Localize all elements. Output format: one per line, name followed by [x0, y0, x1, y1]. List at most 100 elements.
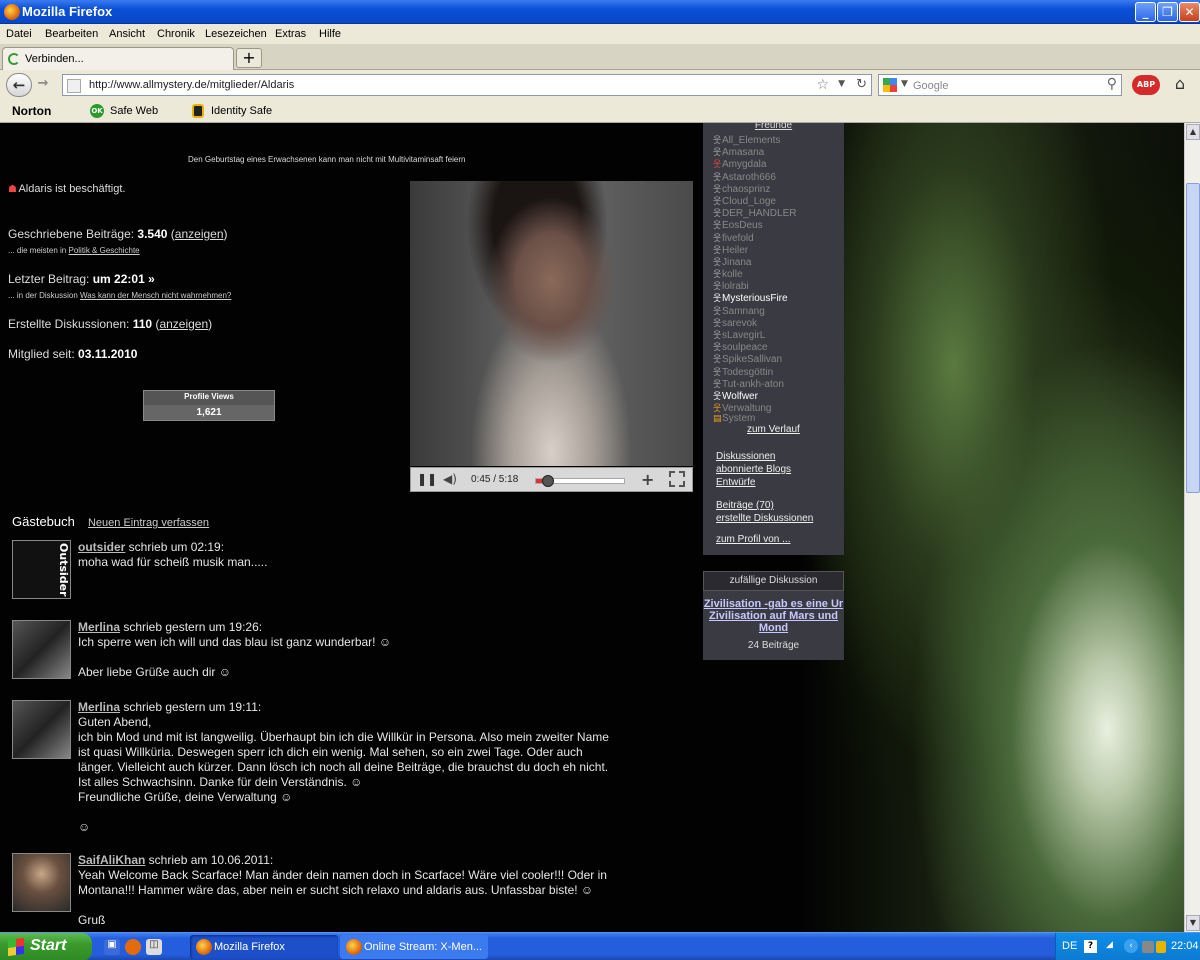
friend-item[interactable]: 웃Jinana: [713, 255, 796, 268]
friend-item[interactable]: 웃DER_HANDLER: [713, 206, 796, 219]
friends-heading[interactable]: Freunde: [703, 123, 844, 131]
vertical-scrollbar[interactable]: ▲ ▼: [1184, 123, 1200, 932]
reload-icon[interactable]: ↻: [856, 77, 867, 92]
menu-lesezeichen[interactable]: Lesezeichen: [205, 28, 267, 40]
home-button[interactable]: ⌂: [1168, 74, 1192, 96]
friend-item[interactable]: 웃Amygdala: [713, 157, 796, 170]
friend-item[interactable]: 웃EosDeus: [713, 218, 796, 231]
forward-button[interactable]: →: [33, 76, 53, 94]
taskbar: Start ▣ ◫ Mozilla Firefox Online Stream:…: [0, 932, 1200, 960]
add-icon[interactable]: +: [641, 470, 654, 489]
drafts-link[interactable]: Entwürfe: [716, 477, 755, 488]
entry-author[interactable]: Merlina: [78, 700, 120, 714]
friend-item[interactable]: 웃Heiler: [713, 243, 796, 256]
show-desktop-icon[interactable]: ▣: [104, 939, 120, 955]
close-button[interactable]: ✕: [1179, 2, 1200, 22]
adblock-button[interactable]: ABP: [1132, 75, 1160, 95]
pause-icon[interactable]: ❚❚: [417, 472, 437, 488]
created-discussions-link[interactable]: erstellte Diskussionen: [716, 513, 813, 524]
friend-item[interactable]: 웃sarevok: [713, 316, 796, 329]
menu-hilfe[interactable]: Hilfe: [319, 28, 341, 40]
friend-item[interactable]: 웃MysteriousFire: [713, 291, 796, 304]
norton-menu[interactable]: Norton: [12, 104, 51, 118]
identity-safe-button[interactable]: Identity Safe: [211, 105, 272, 117]
friend-item[interactable]: 웃Tut-ankh-aton: [713, 377, 796, 390]
random-discussion-title[interactable]: Zivilisation -gab es eine Ur Zivilisatio…: [703, 598, 844, 634]
friend-item[interactable]: 웃Samnang: [713, 304, 796, 317]
network-icon[interactable]: [1142, 941, 1154, 953]
menu-extras[interactable]: Extras: [275, 28, 306, 40]
discussions-link[interactable]: anzeigen: [159, 317, 208, 331]
menu-chronik[interactable]: Chronik: [157, 28, 195, 40]
tab-active[interactable]: Verbinden...: [2, 47, 234, 70]
bookmark-star-icon[interactable]: ☆: [816, 77, 829, 93]
start-button[interactable]: Start: [0, 933, 92, 960]
seek-bar[interactable]: [535, 475, 625, 487]
new-entry-link[interactable]: Neuen Eintrag verfassen: [88, 517, 209, 529]
scroll-down-icon[interactable]: ▼: [1186, 915, 1200, 931]
firefox-quicklaunch-icon[interactable]: [125, 939, 141, 955]
avatar[interactable]: Outsider: [12, 540, 71, 599]
menu-datei[interactable]: Datei: [6, 28, 32, 40]
help-icon[interactable]: ?: [1084, 940, 1097, 953]
friend-item[interactable]: 웃Wolfwer: [713, 389, 796, 402]
friend-item[interactable]: 웃fivefold: [713, 231, 796, 244]
friend-item[interactable]: 웃Cloud_Loge: [713, 194, 796, 207]
maximize-button[interactable]: ❐: [1157, 2, 1178, 22]
search-engine-dropdown-icon[interactable]: ▼: [901, 79, 908, 89]
firefox-icon: [346, 939, 362, 955]
volume-icon[interactable]: ◀): [443, 472, 463, 488]
avatar[interactable]: [12, 620, 71, 679]
page-content: Den Geburtstag eines Erwachsenen kann ma…: [0, 123, 1184, 932]
app-quicklaunch-icon[interactable]: ◫: [146, 939, 162, 955]
friend-item[interactable]: 웃Verwaltung: [713, 401, 796, 414]
entry-author[interactable]: SaifAliKhan: [78, 853, 145, 867]
url-dropdown-icon[interactable]: ▼: [838, 79, 845, 89]
avatar[interactable]: [12, 700, 71, 759]
friend-item[interactable]: 웃kolle: [713, 267, 796, 280]
tray-arrow-icon[interactable]: ◢: [1106, 940, 1113, 950]
search-icon[interactable]: ⚲: [1107, 76, 1117, 92]
user-posts-link[interactable]: Beiträge (70): [716, 500, 774, 511]
user-icon: 웃: [713, 148, 722, 159]
friend-item[interactable]: 웃SpikeSallivan: [713, 352, 796, 365]
safe-web-button[interactable]: Safe Web: [110, 105, 158, 117]
discussions-link[interactable]: Diskussionen: [716, 451, 775, 462]
google-icon[interactable]: [883, 78, 897, 92]
friend-item[interactable]: 웃soulpeace: [713, 340, 796, 353]
friend-item[interactable]: 웃Astaroth666: [713, 170, 796, 183]
friend-item[interactable]: 웃lolrabi: [713, 279, 796, 292]
last-post-value[interactable]: um 22:01 »: [93, 272, 155, 286]
posts-stat: Geschriebene Beiträge: 3.540 (anzeigen): [8, 227, 228, 241]
entry-author[interactable]: outsider: [78, 540, 125, 554]
back-button[interactable]: ←: [6, 73, 32, 97]
fullscreen-icon[interactable]: [669, 471, 685, 487]
new-tab-button[interactable]: +: [236, 48, 262, 68]
scroll-up-icon[interactable]: ▲: [1186, 124, 1200, 140]
taskbar-item-stream[interactable]: Online Stream: X-Men...: [340, 935, 488, 959]
scroll-thumb[interactable]: [1186, 183, 1200, 493]
entry-author[interactable]: Merlina: [78, 620, 120, 634]
seek-handle[interactable]: [542, 475, 555, 487]
posts-category-link[interactable]: Politik & Geschichte: [68, 246, 139, 255]
history-link[interactable]: zum Verlauf: [747, 424, 800, 435]
language-indicator[interactable]: DE: [1062, 940, 1077, 952]
menu-ansicht[interactable]: Ansicht: [109, 28, 145, 40]
minimize-button[interactable]: _: [1135, 2, 1156, 22]
security-icon[interactable]: [1156, 941, 1166, 953]
expand-tray-icon[interactable]: ‹: [1124, 939, 1138, 953]
friend-item[interactable]: 웃Todesgöttin: [713, 365, 796, 378]
menu-bearbeiten[interactable]: Bearbeiten: [45, 28, 98, 40]
last-post-discussion-link[interactable]: Was kann der Mensch nicht wahrnehmen?: [80, 291, 231, 300]
avatar[interactable]: [12, 853, 71, 912]
friend-item[interactable]: 웃All_Elements: [713, 133, 796, 146]
search-box[interactable]: ▼ Google ⚲: [878, 74, 1122, 96]
subscribed-blogs-link[interactable]: abonnierte Blogs: [716, 464, 791, 475]
profile-of-link[interactable]: zum Profil von ...: [716, 534, 790, 545]
taskbar-item-firefox[interactable]: Mozilla Firefox: [190, 935, 338, 959]
url-bar[interactable]: http://www.allmystery.de/mitglieder/Alda…: [62, 74, 872, 96]
posts-link[interactable]: anzeigen: [175, 227, 224, 241]
friend-item[interactable]: 웃Amasana: [713, 145, 796, 159]
friend-item[interactable]: 웃chaosprinz: [713, 182, 796, 195]
friend-item[interactable]: 웃sLavegirL: [713, 328, 796, 341]
